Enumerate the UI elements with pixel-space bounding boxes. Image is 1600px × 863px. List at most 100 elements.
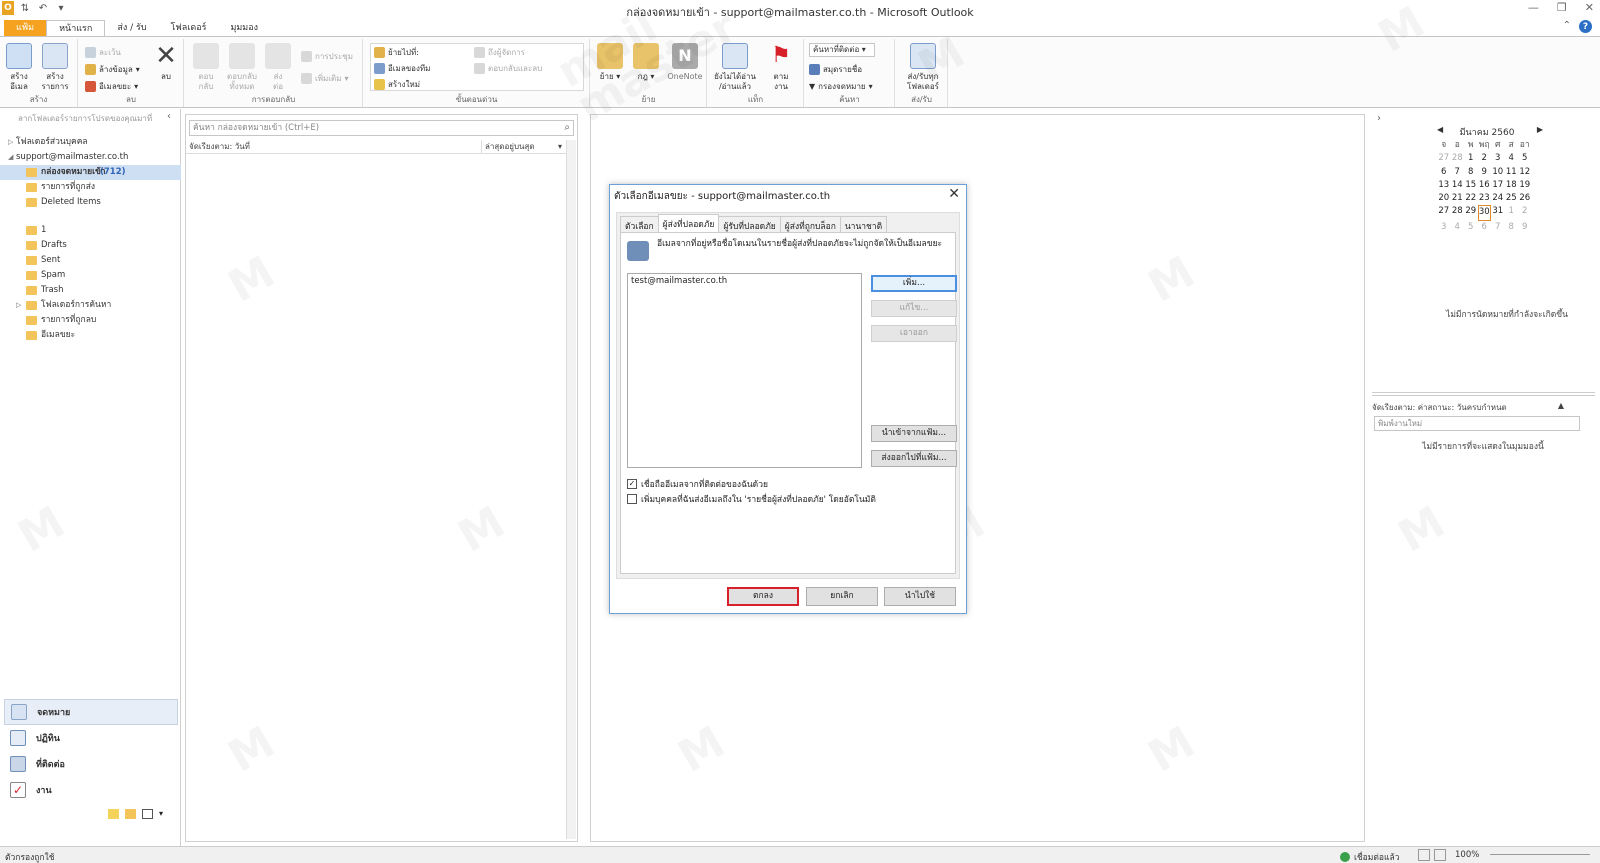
calendar-day[interactable]: 9 — [1518, 221, 1532, 234]
filter-email-button[interactable]: ▼ กรองจดหมาย ▾ — [809, 79, 873, 93]
task-list-header[interactable]: จัดเรียงตาม: ค่าสถานะ: วันครบกำหนด ▲ — [1372, 401, 1594, 413]
calendar-day[interactable]: 31 — [1491, 205, 1505, 220]
calendar-day[interactable]: 9 — [1478, 166, 1492, 179]
junk-button[interactable]: อีเมลขยะ ▾ — [85, 79, 138, 93]
tab-safe-recipients[interactable]: ผู้รับที่ปลอดภัย — [718, 216, 781, 232]
calendar-day[interactable]: 26 — [1518, 192, 1532, 205]
safe-sender-entry[interactable]: test@mailmaster.co.th — [631, 276, 858, 286]
calendar-day[interactable]: 19 — [1518, 179, 1532, 192]
dialog-close-icon[interactable]: ✕ — [948, 186, 960, 202]
export-to-file-button[interactable]: ส่งออกไปที่แฟ้ม... — [871, 450, 957, 467]
send-receive-all-button[interactable]: ส่ง/รับทุก โฟลเดอร์ — [902, 43, 944, 92]
nav-pane-tasks[interactable]: ✓ งาน — [4, 777, 178, 803]
trust-contacts-checkbox[interactable]: ✓ — [627, 479, 637, 489]
rules-button[interactable]: กฎ ▾ — [629, 43, 663, 82]
onenote-button[interactable]: N OneNote — [665, 43, 705, 82]
calendar-day[interactable]: 8 — [1464, 166, 1478, 179]
meeting-button[interactable]: การประชุม — [301, 49, 353, 63]
calendar-day[interactable]: 15 — [1464, 179, 1478, 192]
calendar-day[interactable]: 1 — [1505, 205, 1519, 220]
calendar-day[interactable]: 27 — [1437, 205, 1451, 220]
new-email-button[interactable]: สร้าง อีเมล — [2, 43, 36, 92]
collapse-nav-icon[interactable]: ‹ — [167, 111, 171, 122]
tab-blocked-senders[interactable]: ผู้ส่งที่ถูกบล็อก — [779, 216, 841, 232]
nav-pane-mail[interactable]: จดหมาย — [4, 699, 178, 725]
calendar-day[interactable]: 28 — [1451, 152, 1465, 165]
folder-item[interactable]: 1 — [0, 223, 181, 238]
folder-item[interactable]: รายการที่ถูกส่ง — [0, 180, 181, 195]
find-contact-input[interactable]: ค้นหาที่ติดต่อ ▾ — [809, 43, 875, 57]
team-email-quickstep[interactable]: อีเมลของทีม — [374, 61, 430, 75]
calendar-day[interactable]: 11 — [1505, 166, 1519, 179]
notes-icon[interactable] — [108, 809, 119, 819]
calendar-day[interactable]: 23 — [1478, 192, 1492, 205]
search-icon[interactable]: ⌕ — [564, 121, 570, 135]
mail-search-input[interactable]: ค้นหา กล่องจดหมายเข้า (Ctrl+E) ⌕ — [189, 120, 574, 136]
reply-delete-quickstep[interactable]: ตอบกลับและลบ — [474, 61, 542, 75]
normal-view-icon[interactable] — [1418, 849, 1430, 861]
folder-item[interactable]: ▷ โฟลเดอร์การค้นหา — [0, 298, 181, 313]
calendar-day[interactable]: 2 — [1518, 205, 1532, 220]
minimize-icon[interactable]: — — [1528, 1, 1539, 14]
shortcuts-icon[interactable] — [142, 809, 153, 819]
ok-button[interactable]: ตกลง — [727, 587, 799, 606]
calendar-day[interactable]: 6 — [1437, 166, 1451, 179]
auto-add-safe-senders-checkbox[interactable] — [627, 494, 637, 504]
expand-arrow-icon[interactable]: ▷ — [16, 298, 21, 313]
new-items-button[interactable]: สร้าง รายการ — [38, 43, 72, 92]
calendar-day[interactable]: 5 — [1464, 221, 1478, 234]
folder-item[interactable]: ▷ โฟลเดอร์ส่วนบุคคล — [0, 135, 181, 150]
sort-order[interactable]: ล่าสุดอยู่บนสุด ▾ — [481, 140, 566, 153]
folder-item[interactable]: Deleted Items — [0, 195, 181, 210]
calendar-day[interactable]: 7 — [1451, 166, 1465, 179]
tab-send-receive[interactable]: ส่ง / รับ — [105, 20, 158, 37]
tasks-splitter[interactable] — [1372, 392, 1595, 396]
follow-up-button[interactable]: ⚑ ตาม งาน — [764, 43, 798, 92]
calendar-day[interactable]: 13 — [1437, 179, 1451, 192]
cleanup-button[interactable]: ล้างข้อมูล ▾ — [85, 62, 140, 76]
folder-item[interactable]: Sent — [0, 253, 181, 268]
restore-icon[interactable]: ❐ — [1557, 1, 1567, 14]
zoom-slider[interactable] — [1490, 854, 1590, 855]
cancel-button[interactable]: ยกเลิก — [806, 587, 878, 606]
tab-file[interactable]: แฟ้ม — [4, 20, 47, 37]
nav-pane-calendar[interactable]: ปฏิทิน — [4, 725, 178, 751]
tab-folder[interactable]: โฟลเดอร์ — [159, 20, 219, 37]
tab-home[interactable]: หน้าแรก — [46, 20, 106, 37]
reply-all-button[interactable]: ตอบกลับ ทั้งหมด — [225, 43, 259, 92]
next-month-icon[interactable]: ▶ — [1537, 125, 1543, 134]
expand-arrow-icon[interactable]: ◢ — [8, 150, 13, 165]
delete-button[interactable]: ✕ ลบ — [149, 43, 183, 82]
calendar-day[interactable]: 3 — [1491, 152, 1505, 165]
forward-button[interactable]: ส่ง ต่อ — [261, 43, 295, 92]
calendar-day[interactable]: 8 — [1505, 221, 1519, 234]
close-window-icon[interactable]: ✕ — [1585, 1, 1594, 14]
calendar-day[interactable]: 2 — [1478, 152, 1492, 165]
calendar-day[interactable]: 7 — [1491, 221, 1505, 234]
address-book-button[interactable]: สมุดรายชื่อ — [809, 62, 862, 76]
calendar-day[interactable]: 17 — [1491, 179, 1505, 192]
expand-arrow-icon[interactable]: ▷ — [8, 135, 13, 150]
message-list-scrollbar[interactable] — [566, 140, 576, 839]
calendar-day[interactable]: 25 — [1505, 192, 1519, 205]
create-new-quickstep[interactable]: สร้างใหม่ — [374, 77, 420, 91]
safe-senders-list[interactable]: test@mailmaster.co.th — [627, 273, 862, 468]
tab-options[interactable]: ตัวเลือก — [620, 216, 659, 232]
folder-item[interactable]: Spam — [0, 268, 181, 283]
ignore-button[interactable]: ละเว้น — [85, 45, 121, 59]
calendar-day[interactable]: 22 — [1464, 192, 1478, 205]
calendar-day[interactable]: 12 — [1518, 166, 1532, 179]
calendar-day[interactable]: 29 — [1464, 205, 1478, 220]
tab-international[interactable]: นานาชาติ — [839, 216, 888, 232]
help-icon[interactable]: ? — [1579, 20, 1592, 33]
calendar-day[interactable]: 5 — [1518, 152, 1532, 165]
unread-read-button[interactable]: ยังไม่ได้อ่าน /อ่านแล้ว — [712, 43, 758, 92]
folder-item[interactable]: Trash — [0, 283, 181, 298]
import-from-file-button[interactable]: นำเข้าจากแฟ้ม... — [871, 425, 957, 442]
tab-view[interactable]: มุมมอง — [218, 20, 270, 37]
edit-button[interactable]: แก้ไข... — [871, 300, 957, 317]
folder-item[interactable]: Drafts — [0, 238, 181, 253]
more-button[interactable]: เพิ่มเติม ▾ — [301, 71, 349, 85]
prev-month-icon[interactable]: ◀ — [1437, 125, 1443, 134]
calendar-day[interactable]: 20 — [1437, 192, 1451, 205]
